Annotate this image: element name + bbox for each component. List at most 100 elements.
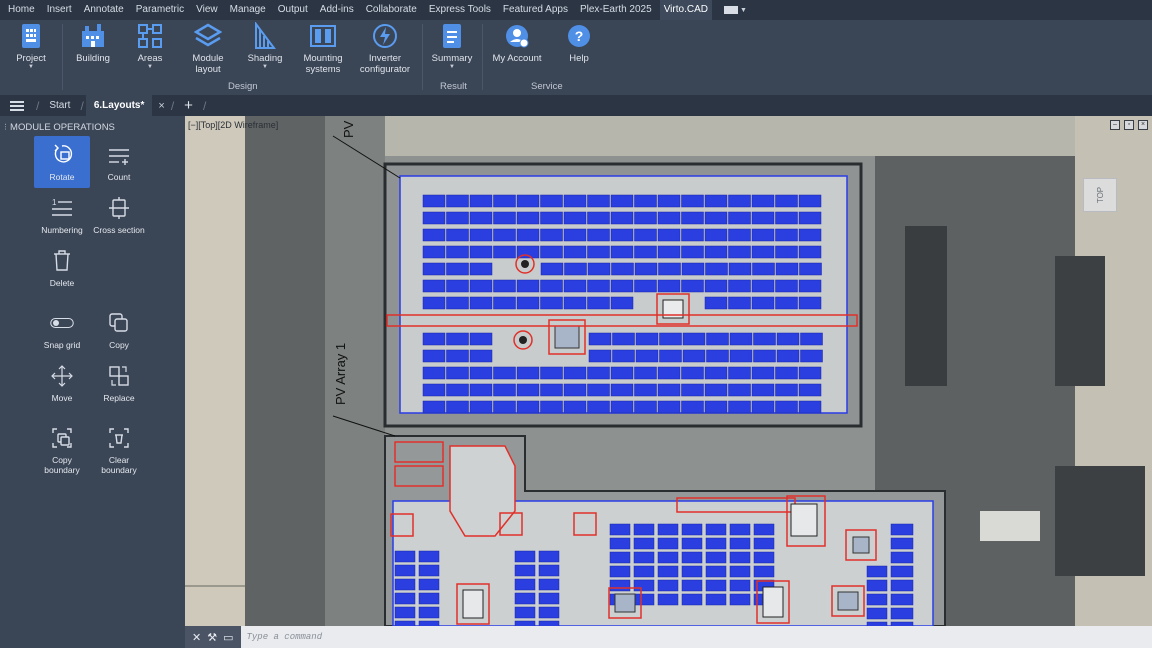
pv-module[interactable] [659,332,682,346]
pv-module[interactable] [775,296,798,310]
pv-module[interactable] [681,228,704,242]
mounting-systems-button[interactable]: Mounting systems [300,22,346,75]
pv-module[interactable] [516,366,540,380]
pv-module[interactable] [493,383,516,397]
pv-module[interactable] [609,523,631,536]
skylight[interactable] [614,593,636,613]
pv-module[interactable] [469,332,493,346]
pv-module[interactable] [729,593,751,606]
pv-module[interactable] [657,565,679,578]
pv-module[interactable] [633,551,655,564]
pv-module[interactable] [469,296,493,310]
pv-module[interactable] [751,296,775,310]
pv-module[interactable] [798,366,822,380]
pv-module[interactable] [587,366,610,380]
pv-module[interactable] [729,332,753,346]
pv-module[interactable] [633,565,655,578]
pv-module[interactable] [705,262,728,276]
pv-module[interactable] [775,400,798,414]
pv-module[interactable] [657,228,681,242]
pv-module[interactable] [681,400,704,414]
pv-module[interactable] [681,383,704,397]
pv-module[interactable] [704,383,728,397]
pv-module[interactable] [633,593,655,606]
pv-module[interactable] [657,245,681,259]
pv-module[interactable] [418,578,440,591]
pv-module[interactable] [728,296,751,310]
pv-module[interactable] [446,383,469,397]
pv-module[interactable] [729,579,751,592]
workspace-switch-icon[interactable] [723,6,738,14]
pv-module[interactable] [514,592,536,605]
pv-module[interactable] [469,349,493,363]
pv-module[interactable] [516,211,540,225]
pv-module[interactable] [563,211,587,225]
pv-module[interactable] [563,383,587,397]
pv-module[interactable] [635,349,659,363]
pv-module[interactable] [890,523,914,536]
pv-module[interactable] [633,579,655,592]
pv-module[interactable] [394,564,416,577]
pv-module[interactable] [634,383,657,397]
pv-module[interactable] [633,523,655,536]
pv-module[interactable] [728,279,751,293]
copy-boundary-button[interactable]: Copy boundary [34,420,90,480]
pv-module[interactable] [564,262,587,276]
pv-module[interactable] [516,400,540,414]
pv-module[interactable] [682,349,706,363]
menu-add-ins[interactable]: Add-ins [316,0,358,20]
pv-module[interactable] [446,349,469,363]
pv-module[interactable] [418,564,440,577]
count-button[interactable]: Count [91,136,147,188]
command-history-icon[interactable]: ▭ [223,631,233,644]
pv-module[interactable] [751,279,775,293]
pv-module[interactable] [681,593,703,606]
tab-layouts[interactable]: 6.Layouts* [85,95,153,116]
pv-module[interactable] [753,332,776,346]
pv-module[interactable] [514,606,536,619]
pv-module[interactable] [611,262,634,276]
pv-module[interactable] [657,211,681,225]
pv-module[interactable] [681,245,704,259]
pv-module[interactable] [775,211,798,225]
pv-module[interactable] [729,551,751,564]
pv-module[interactable] [681,366,704,380]
pv-module[interactable] [610,400,634,414]
pv-module[interactable] [751,228,775,242]
pv-module[interactable] [446,262,469,276]
pv-module[interactable] [890,607,914,620]
pv-module[interactable] [394,550,416,563]
pv-module[interactable] [514,564,536,577]
pv-module[interactable] [751,383,775,397]
pv-module[interactable] [729,523,751,536]
pv-module[interactable] [681,194,704,208]
pv-module[interactable] [866,607,888,620]
menu-parametric[interactable]: Parametric [132,0,188,20]
pv-module[interactable] [609,551,631,564]
pv-module[interactable] [540,194,563,208]
pv-module[interactable] [563,245,587,259]
pv-module[interactable] [635,332,659,346]
menu-collaborate[interactable]: Collaborate [362,0,421,20]
restore-icon[interactable]: ▫ [1124,120,1134,130]
pv-module[interactable] [657,551,679,564]
pv-module[interactable] [890,537,914,550]
pv-module[interactable] [704,211,728,225]
command-input[interactable]: Type a command [241,632,323,642]
move-button[interactable]: Move [34,357,90,409]
viewcube[interactable]: TOP [1083,178,1117,212]
pv-module[interactable] [493,228,516,242]
pv-module[interactable] [422,211,446,225]
pv-module[interactable] [775,245,798,259]
pv-module[interactable] [657,383,681,397]
my-account-button[interactable]: My Account [490,22,544,64]
pv-module[interactable] [657,279,681,293]
pv-module[interactable] [681,262,705,276]
pv-module[interactable] [798,194,822,208]
pv-module[interactable] [728,245,751,259]
wrench-icon[interactable]: ⚒ [207,631,217,644]
pv-module[interactable] [587,228,610,242]
close-icon[interactable]: ✕ [192,631,201,644]
close-icon[interactable]: × [1138,120,1148,130]
pv-module[interactable] [422,400,446,414]
